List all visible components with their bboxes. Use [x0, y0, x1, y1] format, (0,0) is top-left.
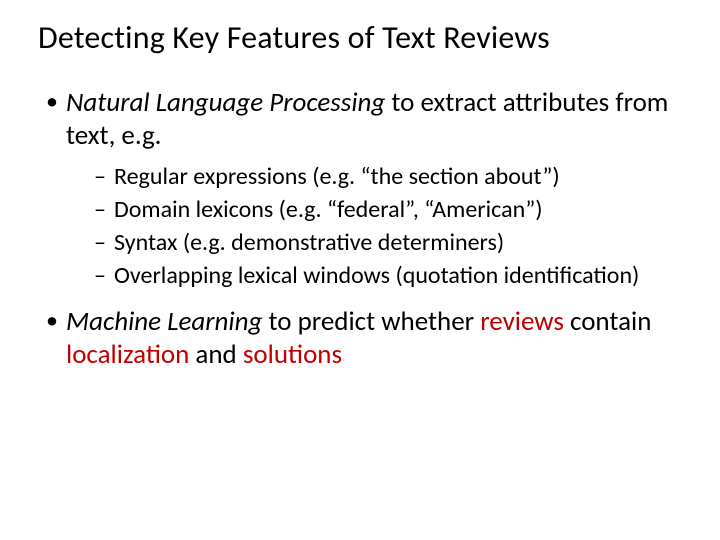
sub-bullet: Syntax (e.g. demonstrative determiners)	[94, 227, 692, 258]
sub-bullet: Overlapping lexical windows (quotation i…	[94, 260, 692, 291]
sub-bullet: Domain lexicons (e.g. “federal”, “Americ…	[94, 194, 692, 225]
sub-bullet: Regular expressions (e.g. “the section a…	[94, 161, 692, 192]
bullet-ml-emph: Machine Learning	[66, 305, 262, 338]
bullet-ml-text: to predict whether	[262, 305, 480, 338]
bullet-ml-text: contain	[564, 305, 652, 338]
slide: Detecting Key Features of Text Reviews N…	[0, 0, 720, 540]
bullet-nlp-emph: Natural Language Processing	[66, 86, 385, 119]
bullet-ml-text: and	[189, 338, 243, 371]
highlight-reviews: reviews	[480, 305, 564, 338]
highlight-solutions: solutions	[243, 338, 342, 371]
bullet-nlp: Natural Language Processing to extract a…	[46, 87, 692, 292]
highlight-localization: localization	[66, 338, 189, 371]
bullet-ml: Machine Learning to predict whether revi…	[46, 306, 692, 372]
sub-bullet-list: Regular expressions (e.g. “the section a…	[66, 161, 692, 292]
bullet-list: Natural Language Processing to extract a…	[28, 87, 692, 372]
slide-title: Detecting Key Features of Text Reviews	[38, 18, 692, 57]
